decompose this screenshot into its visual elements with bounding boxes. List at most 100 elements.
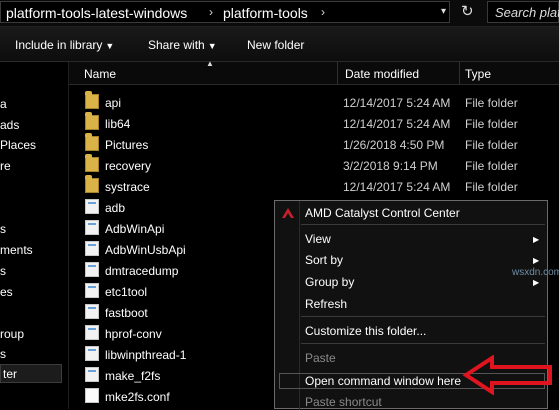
file-date: 12/14/2017 5:24 AM (343, 117, 451, 131)
file-type: File folder (465, 180, 518, 194)
nav-item[interactable]: s (0, 264, 6, 278)
menu-item-amd-catalyst[interactable]: AMD Catalyst Control Center (305, 206, 460, 220)
crumb-separator-icon[interactable]: › (209, 5, 213, 19)
file-name: lib64 (105, 117, 131, 131)
column-divider[interactable] (459, 62, 460, 84)
menu-separator (301, 343, 545, 344)
nav-item[interactable]: ments (0, 243, 33, 257)
file-name: adb (105, 201, 126, 215)
file-row[interactable]: api 12/14/2017 5:24 AM File folder (69, 91, 559, 113)
new-folder-button[interactable]: New folder (247, 38, 304, 52)
search-placeholder: Search platf (495, 5, 559, 20)
file-date: 1/26/2018 4:50 PM (343, 138, 445, 152)
file-name: hprof-conv (105, 327, 162, 341)
nav-item[interactable]: s (0, 347, 6, 361)
nav-item[interactable]: roup (0, 327, 24, 341)
amd-catalyst-icon (282, 208, 294, 218)
folder-icon (85, 175, 99, 193)
file-date: 12/14/2017 5:24 AM (343, 180, 451, 194)
menu-item-sort-by[interactable]: Sort by (305, 253, 343, 267)
menu-item-open-command-window[interactable]: Open command window here (305, 374, 461, 388)
column-header-date-modified[interactable]: Date modified (345, 67, 419, 81)
file-name: etc1tool (105, 285, 148, 299)
file-date: 3/2/2018 9:14 PM (343, 159, 438, 173)
application-icon (85, 346, 99, 361)
crumb-platform-tools-latest-windows[interactable]: platform-tools-latest-windows (6, 5, 187, 21)
file-name: AdbWinApi (105, 222, 165, 236)
file-type: File folder (465, 96, 518, 110)
column-header-name[interactable]: Name (84, 67, 116, 81)
address-bar: platform-tools-latest-windows › platform… (0, 0, 559, 27)
refresh-icon[interactable]: ↻ (461, 2, 474, 20)
red-arrow-annotation-icon (462, 355, 552, 395)
nav-item[interactable]: a (0, 97, 7, 111)
file-name: mke2fs.conf (105, 390, 170, 404)
file-date: 12/14/2017 5:24 AM (343, 96, 451, 110)
application-icon (85, 283, 99, 298)
include-in-library-button[interactable]: Include in library ▼ (15, 38, 114, 52)
breadcrumb[interactable]: platform-tools-latest-windows › platform… (0, 1, 450, 23)
application-icon (85, 241, 99, 256)
file-type: File folder (465, 138, 518, 152)
file-type: File folder (465, 159, 518, 173)
search-input[interactable]: Search platf (487, 1, 559, 23)
include-in-library-label: Include in library (15, 38, 103, 52)
file-name: dmtracedump (105, 264, 179, 278)
share-with-button[interactable]: Share with ▼ (148, 38, 217, 52)
nav-item[interactable]: re (0, 159, 11, 173)
file-name: fastboot (105, 306, 148, 320)
column-header-bar: ▲ Name Date modified Type (69, 59, 559, 85)
chevron-down-icon: ▼ (105, 41, 115, 51)
application-icon (85, 304, 99, 319)
folder-icon (85, 91, 99, 109)
file-row[interactable]: systrace 12/14/2017 5:24 AM File folder (69, 175, 559, 197)
file-name: systrace (105, 180, 150, 194)
share-with-label: Share with (148, 38, 205, 52)
file-row[interactable]: Pictures 1/26/2018 4:50 PM File folder (69, 133, 559, 155)
file-name: AdbWinUsbApi (105, 243, 186, 257)
file-row[interactable]: recovery 3/2/2018 9:14 PM File folder (69, 154, 559, 176)
file-name: api (105, 96, 122, 110)
chevron-down-icon: ▼ (207, 41, 217, 51)
menu-separator (301, 316, 545, 317)
file-name: make_f2fs (105, 369, 161, 383)
application-icon (85, 262, 99, 277)
application-icon (85, 199, 99, 214)
watermark: wsxdn.com (512, 267, 559, 278)
column-header-type[interactable]: Type (465, 67, 491, 81)
file-name: Pictures (105, 138, 149, 152)
nav-item-selected[interactable]: ter (0, 364, 62, 383)
menu-item-paste[interactable]: Paste (305, 351, 336, 365)
menu-item-group-by[interactable]: Group by (305, 275, 354, 289)
nav-item[interactable]: s (0, 222, 6, 236)
nav-item[interactable]: Places (0, 138, 36, 152)
menu-item-customize-folder[interactable]: Customize this folder... (305, 324, 426, 338)
sort-ascending-icon: ▲ (206, 59, 214, 68)
folder-icon (85, 133, 99, 151)
navigation-pane: a ads Places re s ments s es roup s (0, 62, 69, 409)
file-type: File folder (465, 117, 518, 131)
file-name: recovery (105, 159, 152, 173)
submenu-arrow-icon: ▶ (533, 256, 540, 265)
menu-item-refresh[interactable]: Refresh (305, 297, 347, 311)
submenu-arrow-icon: ▶ (533, 278, 540, 287)
command-bar: Include in library ▼ Share with ▼ New fold… (0, 27, 559, 62)
folder-icon (85, 154, 99, 172)
submenu-arrow-icon: ▶ (533, 235, 540, 244)
menu-item-paste-shortcut[interactable]: Paste shortcut (305, 395, 382, 409)
nav-item-label: ter (3, 367, 18, 381)
folder-icon (85, 112, 99, 130)
application-icon (85, 220, 99, 235)
menu-item-view[interactable]: View (305, 232, 331, 246)
nav-item[interactable]: ads (0, 118, 19, 132)
crumb-platform-tools[interactable]: platform-tools (223, 5, 308, 21)
application-icon (85, 325, 99, 340)
nav-item[interactable]: es (0, 285, 13, 299)
document-icon (85, 388, 99, 403)
file-name: libwinpthread-1 (105, 348, 187, 362)
application-icon (85, 367, 99, 382)
address-dropdown-icon[interactable]: ▾ (441, 6, 446, 17)
column-divider[interactable] (337, 62, 338, 84)
crumb-separator-icon[interactable]: › (321, 5, 325, 19)
file-row[interactable]: lib64 12/14/2017 5:24 AM File folder (69, 112, 559, 134)
